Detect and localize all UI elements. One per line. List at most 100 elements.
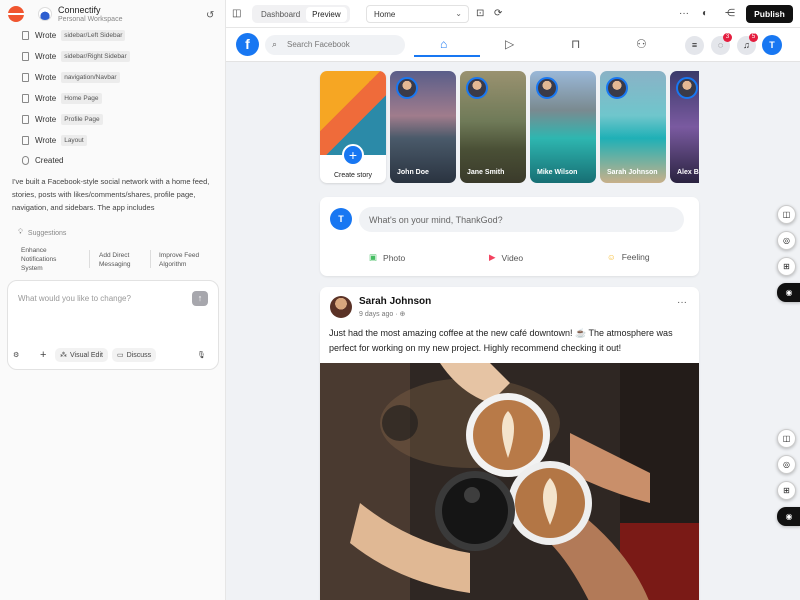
discuss-button[interactable]: ▭ Discuss	[112, 348, 157, 362]
github-icon[interactable]: ◐	[702, 8, 708, 19]
plus-icon: +	[40, 349, 47, 361]
post-text: Just had the most amazing coffee at the …	[329, 328, 673, 353]
file-icon	[22, 52, 29, 61]
activity-verb: Wrote	[35, 115, 57, 124]
activity-target[interactable]: Layout	[61, 135, 87, 146]
suggestion-chip[interactable]: Add Direct Messaging	[99, 251, 144, 269]
route-value: Home	[374, 10, 396, 19]
app-root: Connectify Personal Workspace ↺ Wrote sid…	[0, 0, 800, 600]
activity-target[interactable]: Home Page	[61, 93, 102, 104]
marketplace-icon[interactable]: ⊓	[571, 37, 580, 51]
chat-composer[interactable]: What would you like to change? ↑ ⚙ + ⁂ Vi…	[7, 280, 219, 370]
visual-edit-label: Visual Edit	[70, 351, 103, 359]
grid-icon[interactable]: ⊞	[777, 481, 796, 500]
user-avatar[interactable]: T	[762, 35, 782, 55]
sidebar-toggle-icon[interactable]: ◫	[232, 8, 241, 19]
story-name: Alex B	[677, 169, 699, 176]
story-card[interactable]: Sarah Johnson	[600, 71, 666, 183]
tab-preview[interactable]: Preview	[306, 6, 347, 22]
target-icon[interactable]: ◎	[777, 231, 796, 250]
workspace-icon	[38, 7, 52, 21]
groups-icon[interactable]: ⚇	[636, 37, 647, 51]
book-icon[interactable]: ◫	[777, 429, 796, 448]
suggestion-chip[interactable]: Improve Feed Algorithm	[159, 251, 214, 269]
user-avatar[interactable]: T	[330, 208, 352, 230]
post-author-avatar[interactable]	[330, 296, 352, 318]
share-icon[interactable]: ⋲	[725, 8, 735, 19]
whats-on-mind-input[interactable]: What's on your mind, ThankGod?	[359, 207, 684, 232]
microphone-icon: 🎙︎	[197, 352, 206, 359]
settings-button[interactable]: ⚙	[13, 351, 19, 359]
activity-verb: Wrote	[35, 31, 57, 40]
plus-icon: +	[342, 144, 364, 166]
activity-target[interactable]: navigation/Navbar	[61, 72, 120, 83]
activity-target[interactable]: Profile Page	[61, 114, 103, 125]
story-card[interactable]: Mike Wilson	[530, 71, 596, 183]
arrow-up-icon: ↑	[197, 293, 203, 303]
gear-icon: ⚙	[13, 352, 20, 359]
globe-icon: ⊕	[399, 311, 406, 318]
add-button[interactable]: +	[40, 349, 46, 361]
menu-icon[interactable]: ≡	[685, 36, 704, 55]
create-story-card[interactable]: + Create story	[320, 71, 386, 183]
photo-button[interactable]: ▣ Photo	[369, 252, 405, 263]
view-switcher: Dashboard Preview	[252, 5, 350, 23]
activity-verb: Created	[35, 156, 64, 165]
activity-row: Created	[22, 156, 63, 165]
tab-dashboard[interactable]: Dashboard	[255, 7, 306, 22]
activity-target[interactable]: sidebar/Left Sidebar	[61, 30, 126, 41]
activity-target[interactable]: sidebar/Right Sidebar	[61, 51, 130, 62]
post-photo[interactable]	[320, 363, 699, 600]
history-icon[interactable]: ↺	[206, 10, 214, 21]
post-card: Sarah Johnson 9 days ago · ⊕ ··· Just ha…	[320, 287, 699, 600]
file-icon	[22, 115, 29, 124]
avatar	[536, 77, 558, 99]
activity-row: Wrote navigation/Navbar	[22, 72, 120, 83]
more-options-icon[interactable]: ···	[677, 297, 687, 308]
book-icon[interactable]: ◫	[777, 205, 796, 224]
refresh-icon[interactable]: ⟳	[494, 8, 502, 19]
story-card[interactable]: John Doe	[390, 71, 456, 183]
app-logo-icon[interactable]	[8, 6, 24, 22]
chat-input[interactable]: What would you like to change?	[18, 294, 131, 303]
avatar	[676, 77, 698, 99]
search-icon: ⌕	[272, 39, 278, 49]
visual-edit-button[interactable]: ⁂ Visual Edit	[55, 348, 108, 362]
publish-button[interactable]: Publish	[746, 5, 793, 23]
search-input[interactable]: ⌕ Search Facebook	[265, 35, 405, 55]
post-author[interactable]: Sarah Johnson	[359, 296, 431, 307]
lightbulb-icon: 💡︎	[18, 229, 23, 236]
project-name: Connectify	[58, 4, 101, 15]
assistant-icon[interactable]: ◉	[777, 507, 800, 526]
video-label: Video	[501, 252, 524, 263]
home-icon[interactable]: ⌂	[440, 37, 447, 51]
story-card[interactable]: Jane Smith	[460, 71, 526, 183]
activity-row: Wrote sidebar/Left Sidebar	[22, 30, 126, 41]
activity-row: Wrote sidebar/Right Sidebar	[22, 51, 130, 62]
feeling-button[interactable]: ☺ Feeling	[607, 252, 650, 262]
grid-icon[interactable]: ⊞	[777, 257, 796, 276]
device-icon[interactable]: ⊡	[476, 8, 484, 19]
story-card[interactable]: Alex B	[670, 71, 699, 183]
activity-row: Wrote Home Page	[22, 93, 102, 104]
suggestion-chip[interactable]: Enhance Notifications System	[21, 246, 76, 273]
assistant-icon[interactable]: ◉	[777, 283, 800, 302]
fb-logo[interactable]: f	[236, 33, 259, 56]
target-icon[interactable]: ◎	[777, 455, 796, 474]
file-icon	[22, 94, 29, 103]
activity-verb: Wrote	[35, 73, 57, 82]
avatar	[466, 77, 488, 99]
active-tab-indicator	[414, 55, 480, 57]
file-icon	[22, 136, 29, 145]
activity-row: Wrote Layout	[22, 135, 87, 146]
activity-verb: Wrote	[35, 94, 57, 103]
route-select[interactable]: Home ⌄	[366, 5, 469, 23]
video-button[interactable]: ▶ Video	[489, 252, 523, 263]
send-button[interactable]: ↑	[192, 291, 208, 306]
project-header[interactable]: Connectify Personal Workspace	[0, 0, 225, 28]
microphone-button[interactable]: 🎙︎	[197, 351, 206, 359]
more-icon[interactable]: ···	[679, 8, 689, 19]
create-post-card: T What's on your mind, ThankGod? ▣ Photo …	[320, 197, 699, 276]
video-icon[interactable]: ▷	[505, 37, 514, 51]
activity-verb: Wrote	[35, 52, 57, 61]
